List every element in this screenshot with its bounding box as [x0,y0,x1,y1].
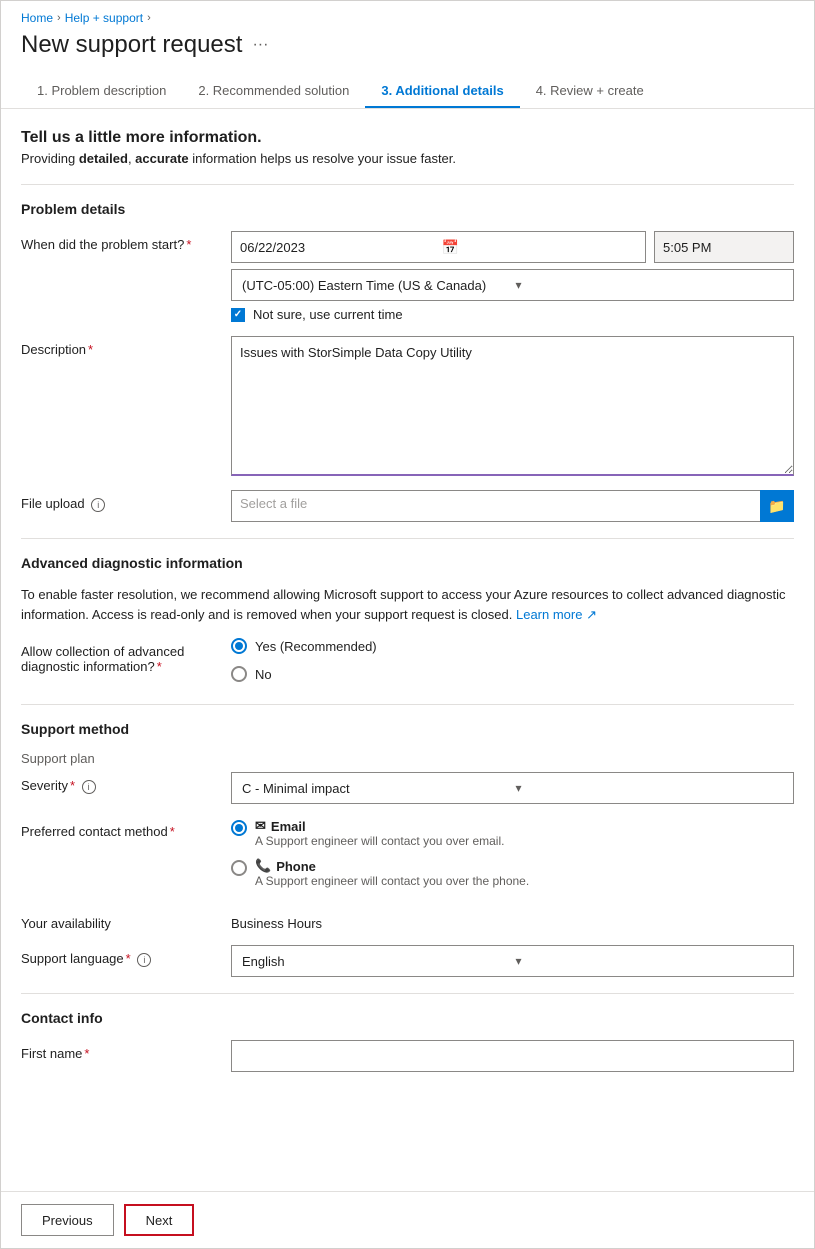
timezone-select[interactable]: (UTC-05:00) Eastern Time (US & Canada) ▾ [231,269,794,301]
folder-icon: 📁 [768,498,785,515]
severity-control: C - Minimal impact ▾ [231,772,794,804]
contact-method-options: ✉ Email A Support engineer will contact … [231,818,794,896]
divider-1 [21,184,794,185]
email-icon: ✉ [255,818,266,834]
file-input-placeholder[interactable]: Select a file [231,490,760,522]
breadcrumb-help[interactable]: Help + support [65,11,143,25]
date-time-row: 06/22/2023 📅 5:05 PM [231,231,794,263]
contact-info-title: Contact info [21,1010,794,1026]
contact-email-radio[interactable] [231,820,247,836]
availability-row: Your availability Business Hours [21,910,794,931]
file-upload-info-icon[interactable]: i [91,498,105,512]
allow-diag-row: Allow collection of advanced diagnostic … [21,638,794,688]
file-upload-row: File upload i Select a file 📁 [21,490,794,522]
tab-additional[interactable]: 3. Additional details [365,75,519,108]
footer-nav: Previous Next [1,1191,814,1248]
description-row: Description* Issues with StorSimple Data… [21,336,794,476]
file-upload-input-row: Select a file 📁 [231,490,794,522]
contact-phone-radio[interactable] [231,860,247,876]
content-area: Tell us a little more information. Provi… [1,109,814,1166]
severity-chevron-icon: ▾ [516,781,784,795]
checkmark-icon: ✓ [234,309,242,320]
severity-label: Severity* i [21,772,221,794]
contact-email-title: ✉ Email [255,818,504,834]
severity-info-icon[interactable]: i [82,780,96,794]
calendar-icon: 📅 [442,239,638,256]
first-name-control [231,1040,794,1072]
support-plan-label: Support plan [21,751,794,766]
adv-diag-text: To enable faster resolution, we recommen… [21,585,794,624]
not-sure-label: Not sure, use current time [253,307,403,322]
when-controls: 06/22/2023 📅 5:05 PM (UTC-05:00) Eastern… [231,231,794,322]
availability-text: Business Hours [231,910,794,931]
contact-phone-label: 📞 Phone A Support engineer will contact … [255,858,529,888]
tab-review[interactable]: 4. Review + create [520,75,660,108]
next-button[interactable]: Next [124,1204,195,1236]
file-browse-button[interactable]: 📁 [760,490,794,522]
severity-select[interactable]: C - Minimal impact ▾ [231,772,794,804]
first-name-input[interactable] [231,1040,794,1072]
support-method-title: Support method [21,721,794,737]
contact-phone-title: 📞 Phone [255,858,529,874]
language-label: Support language* i [21,945,221,967]
breadcrumb-sep1: › [57,12,61,24]
language-row: Support language* i English ▾ [21,945,794,977]
contact-method-row: Preferred contact method* ✉ Email A Supp… [21,818,794,896]
learn-more-link[interactable]: Learn more ↗ [516,607,597,622]
tab-recommended[interactable]: 2. Recommended solution [182,75,365,108]
diag-no-label: No [255,667,272,682]
file-upload-control: Select a file 📁 [231,490,794,522]
intro-header: Tell us a little more information. [21,129,794,147]
contact-email-option[interactable]: ✉ Email A Support engineer will contact … [231,818,794,848]
diag-no-radio[interactable] [231,666,247,682]
page-menu-icon[interactable]: ··· [252,36,268,54]
problem-details-title: Problem details [21,201,794,217]
tab-problem[interactable]: 1. Problem description [21,75,182,108]
language-select[interactable]: English ▾ [231,945,794,977]
adv-diag-title: Advanced diagnostic information [21,555,794,571]
breadcrumb-home[interactable]: Home [21,11,53,25]
when-label: When did the problem start?* [21,231,221,252]
date-input[interactable]: 06/22/2023 📅 [231,231,646,263]
divider-3 [21,704,794,705]
intro-subtext: Providing detailed, accurate information… [21,151,794,166]
phone-icon: 📞 [255,858,271,874]
contact-phone-sub: A Support engineer will contact you over… [255,874,529,888]
availability-label: Your availability [21,910,221,931]
language-chevron-icon: ▾ [516,954,784,968]
allow-diag-options: Yes (Recommended) No [231,638,794,688]
contact-email-label: ✉ Email A Support engineer will contact … [255,818,504,848]
description-textarea[interactable]: Issues with StorSimple Data Copy Utility [231,336,794,476]
not-sure-checkbox[interactable]: ✓ [231,308,245,322]
contact-method-label: Preferred contact method* [21,818,221,839]
diag-no-option[interactable]: No [231,666,794,682]
diag-yes-option[interactable]: Yes (Recommended) [231,638,794,654]
divider-4 [21,993,794,994]
availability-value: Business Hours [231,910,794,931]
time-input: 5:05 PM [654,231,794,263]
description-control: Issues with StorSimple Data Copy Utility [231,336,794,476]
first-name-row: First name* [21,1040,794,1072]
not-sure-checkbox-row[interactable]: ✓ Not sure, use current time [231,307,794,322]
divider-2 [21,538,794,539]
language-control: English ▾ [231,945,794,977]
problem-start-row: When did the problem start?* 06/22/2023 … [21,231,794,322]
severity-row: Severity* i C - Minimal impact ▾ [21,772,794,804]
page-title: New support request [21,31,242,59]
first-name-label: First name* [21,1040,221,1061]
breadcrumb: Home › Help + support › [1,1,814,31]
previous-button[interactable]: Previous [21,1204,114,1236]
page-title-row: New support request ··· [1,31,814,75]
diag-yes-label: Yes (Recommended) [255,639,377,654]
file-upload-label: File upload i [21,490,221,512]
allow-diag-label: Allow collection of advanced diagnostic … [21,638,221,674]
chevron-down-icon: ▾ [516,278,784,292]
contact-phone-option[interactable]: 📞 Phone A Support engineer will contact … [231,858,794,888]
tabs-row: 1. Problem description 2. Recommended so… [1,75,814,109]
description-label: Description* [21,336,221,357]
contact-email-sub: A Support engineer will contact you over… [255,834,504,848]
diag-yes-radio[interactable] [231,638,247,654]
breadcrumb-sep2: › [147,12,151,24]
language-info-icon[interactable]: i [137,953,151,967]
